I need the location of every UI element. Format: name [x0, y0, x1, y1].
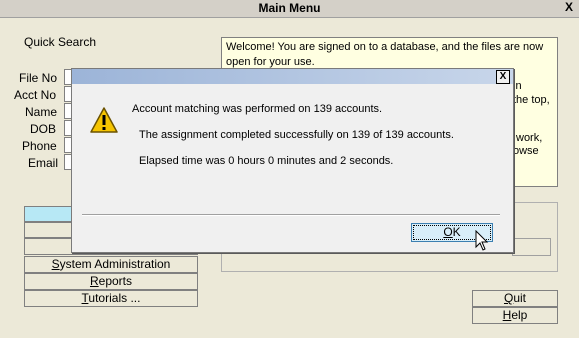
- dialog-separator: [82, 214, 500, 216]
- tutorials-button[interactable]: Tutorials ...: [24, 290, 198, 307]
- name-label: Name: [25, 105, 58, 119]
- quit-button[interactable]: Quit: [472, 290, 558, 307]
- warning-icon: [89, 106, 119, 137]
- welcome-fragment: in: [513, 80, 522, 92]
- dialog-message-line-1: Account matching was performed on 139 ac…: [132, 103, 383, 115]
- welcome-fragment: the top,: [513, 94, 550, 106]
- reports-button[interactable]: Reports: [24, 273, 198, 290]
- dialog-message-line-3: Elapsed time was 0 hours 0 minutes and 2…: [139, 155, 394, 167]
- dialog-message-line-2: The assignment completed successfully on…: [139, 129, 454, 141]
- help-button[interactable]: Help: [472, 307, 558, 324]
- status-field: [512, 238, 551, 256]
- file-no-label: File No: [19, 71, 58, 85]
- welcome-fragment: work,: [516, 132, 543, 144]
- dialog-close-button[interactable]: X: [496, 70, 510, 84]
- welcome-fragment: owse: [513, 145, 539, 157]
- mouse-cursor-icon: [475, 229, 489, 255]
- dob-label: DOB: [30, 122, 57, 136]
- dialog-title-bar: [72, 69, 513, 84]
- phone-label: Phone: [22, 139, 57, 153]
- quick-search-title: Quick Search: [24, 35, 97, 49]
- message-dialog: X Account matching was performed on 139 …: [71, 68, 514, 253]
- acct-no-label: Acct No: [14, 88, 57, 102]
- window-title: Main Menu: [258, 1, 321, 15]
- window-close-button[interactable]: X: [562, 1, 576, 14]
- email-label: Email: [28, 156, 59, 170]
- welcome-text: Welcome! You are signed on to a database…: [226, 41, 544, 68]
- system-administration-button[interactable]: System Administration: [24, 256, 198, 273]
- title-bar: Main Menu X: [0, 0, 579, 18]
